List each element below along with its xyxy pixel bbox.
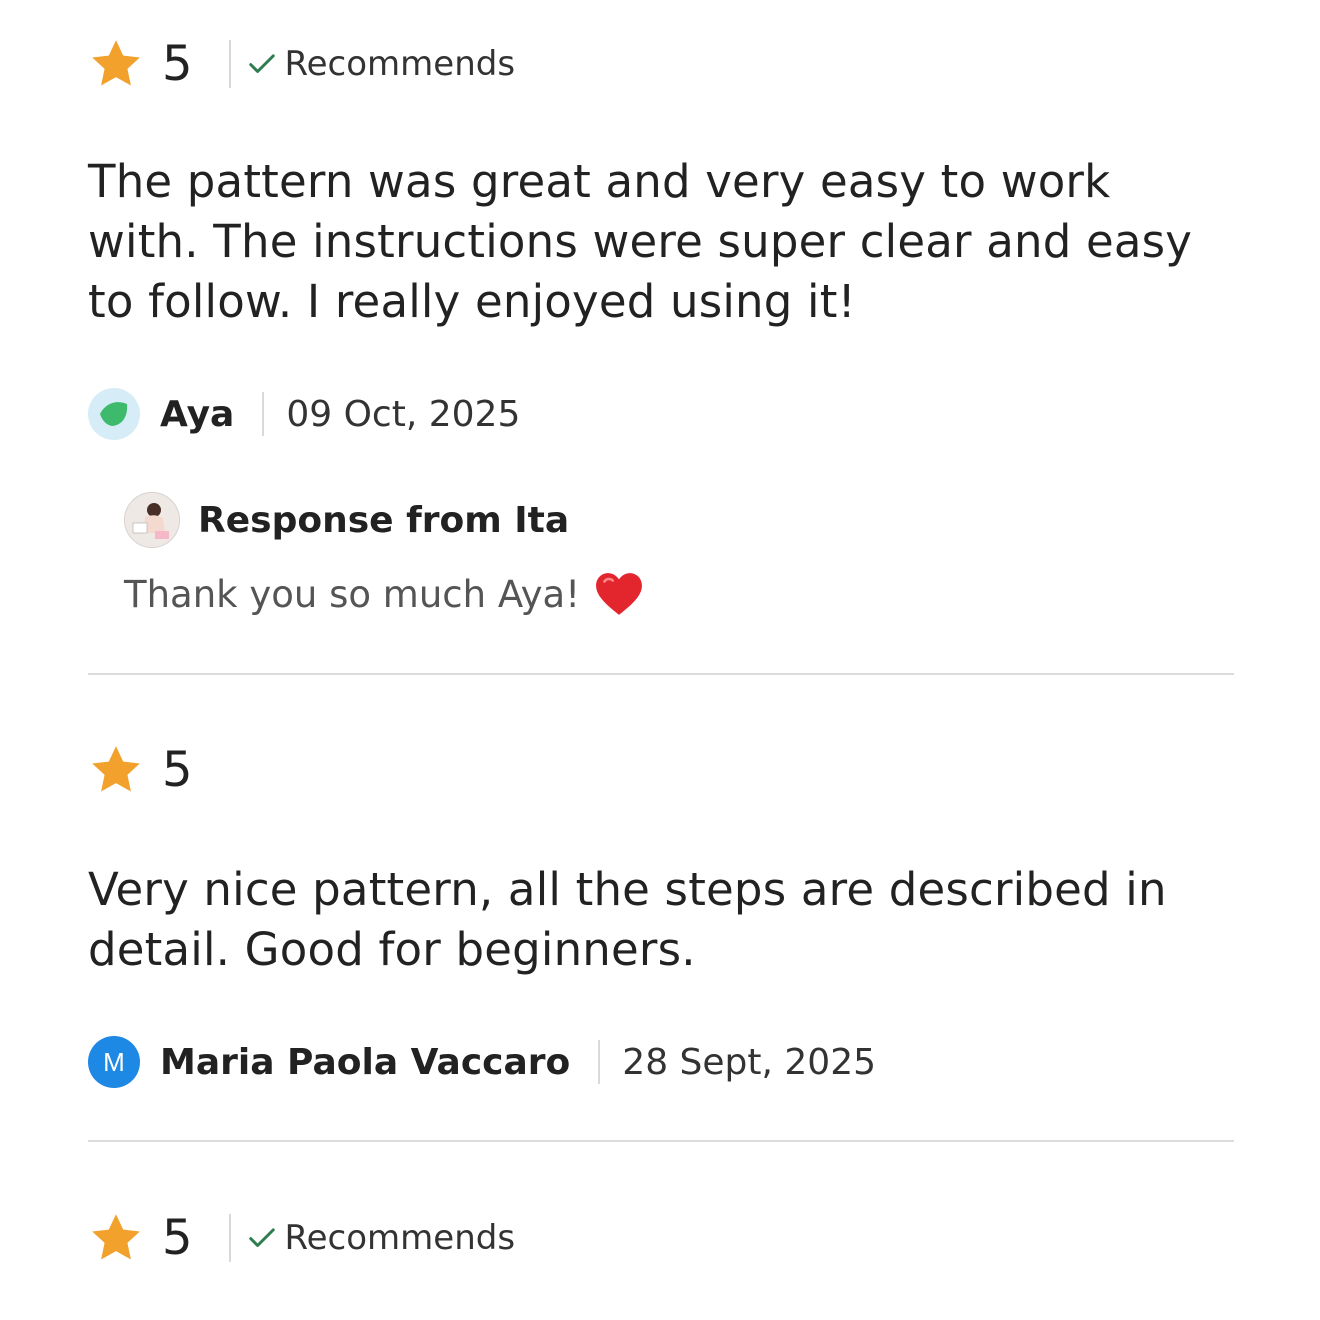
heart-icon bbox=[596, 573, 642, 615]
rating-row: 5 bbox=[88, 740, 1234, 800]
response-title: Response from Ita bbox=[198, 499, 570, 541]
leaf-icon bbox=[100, 402, 128, 426]
review-item: 5 Very nice pattern, all the steps are d… bbox=[88, 740, 1234, 1090]
star-icon bbox=[92, 1214, 140, 1260]
author-row: Aya 09 Oct, 2025 bbox=[88, 386, 1234, 442]
review-date: 28 Sept, 2025 bbox=[622, 1041, 877, 1083]
separator bbox=[228, 40, 231, 88]
review-divider bbox=[88, 1140, 1234, 1142]
review-item: 5 Recommends bbox=[88, 1208, 1234, 1268]
seller-photo-icon bbox=[125, 493, 179, 547]
rating-value: 5 bbox=[162, 742, 193, 798]
review-item: 5 Recommends The pattern was great and v… bbox=[88, 34, 1234, 442]
rating-value: 5 bbox=[162, 36, 193, 92]
author-name[interactable]: Aya bbox=[160, 394, 234, 435]
avatar[interactable] bbox=[88, 388, 140, 440]
check-icon bbox=[248, 54, 275, 73]
review-divider bbox=[88, 673, 1234, 675]
separator bbox=[598, 1040, 601, 1084]
check-icon bbox=[248, 1228, 275, 1247]
review-date: 09 Oct, 2025 bbox=[286, 393, 521, 435]
avatar[interactable]: M bbox=[88, 1036, 140, 1088]
review-text: The pattern was great and very easy to w… bbox=[88, 155, 1193, 328]
separator bbox=[262, 392, 265, 436]
separator bbox=[228, 1214, 231, 1262]
seller-response: Response from Ita Thank you so much Aya! bbox=[124, 492, 644, 618]
response-header: Response from Ita bbox=[124, 492, 644, 548]
star-icon bbox=[92, 746, 140, 792]
recommends-label: Recommends bbox=[284, 1218, 516, 1258]
author-row: M Maria Paola Vaccaro 28 Sept, 2025 bbox=[88, 1034, 1234, 1090]
rating-value: 5 bbox=[162, 1210, 193, 1266]
response-text: Thank you so much Aya! bbox=[124, 572, 581, 616]
avatar-initial: M bbox=[103, 1046, 125, 1077]
author-name[interactable]: Maria Paola Vaccaro bbox=[160, 1042, 570, 1083]
rating-row: 5 Recommends bbox=[88, 34, 1234, 94]
response-text-row: Thank you so much Aya! bbox=[124, 570, 644, 618]
rating-row: 5 Recommends bbox=[88, 1208, 1234, 1268]
seller-avatar[interactable] bbox=[124, 492, 180, 548]
star-icon bbox=[92, 40, 140, 86]
recommends-label: Recommends bbox=[284, 44, 516, 84]
review-text: Very nice pattern, all the steps are des… bbox=[88, 863, 1167, 976]
